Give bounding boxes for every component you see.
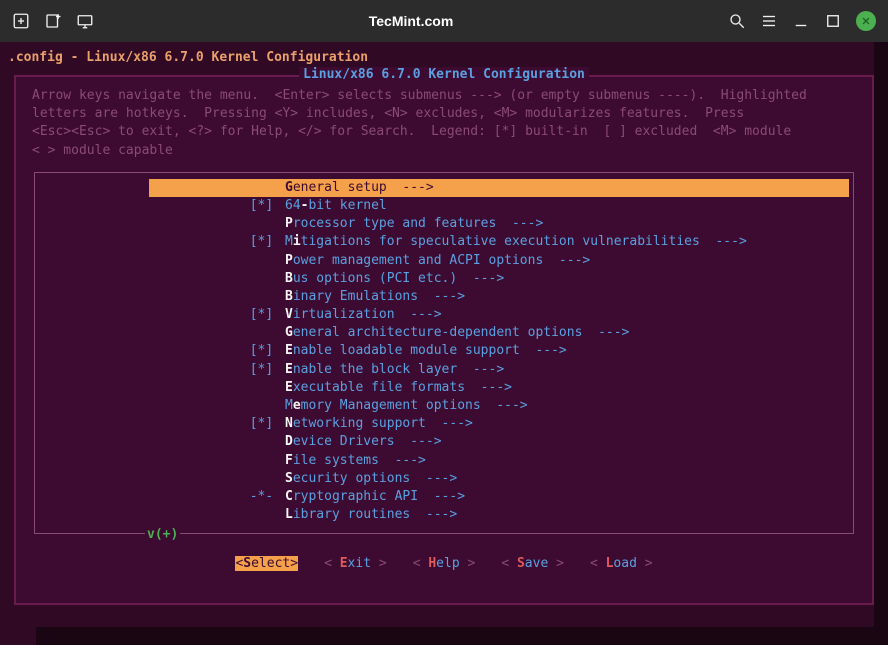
menu-item-label: File systems ---> <box>285 452 426 470</box>
menu-item-prefix <box>155 379 285 397</box>
menu-item-prefix <box>155 470 285 488</box>
menu-item-label: General setup ---> <box>285 179 434 197</box>
menu-item-label: Executable file formats ---> <box>285 379 512 397</box>
menu-item-prefix: [*] <box>155 342 285 360</box>
menu-item-prefix: -*- <box>155 488 285 506</box>
screen-icon[interactable] <box>76 12 94 30</box>
menu-item[interactable]: Security options ---> <box>149 470 849 488</box>
menu-item[interactable]: [*] Mitigations for speculative executio… <box>149 233 849 251</box>
panel-title: Linux/x86 6.7.0 Kernel Configuration <box>299 67 589 82</box>
menuconfig-panel: Linux/x86 6.7.0 Kernel Configuration Arr… <box>14 75 874 605</box>
menu-item-prefix: [*] <box>155 306 285 324</box>
menu-item-label: Virtualization ---> <box>285 306 442 324</box>
menu-item-label: Bus options (PCI etc.) ---> <box>285 270 504 288</box>
menu-item[interactable]: [*] Enable the block layer ---> <box>149 361 849 379</box>
menu-item-label: Processor type and features ---> <box>285 215 543 233</box>
action-select[interactable]: <Select> <box>235 556 298 571</box>
new-window-icon[interactable] <box>44 12 62 30</box>
menu-item-prefix <box>155 397 285 415</box>
menu-item[interactable]: [*] Networking support ---> <box>149 415 849 433</box>
new-tab-icon[interactable] <box>12 12 30 30</box>
menu-item-prefix <box>155 506 285 524</box>
menu-item[interactable]: Bus options (PCI etc.) ---> <box>149 270 849 288</box>
menu-item-label: Enable loadable module support ---> <box>285 342 567 360</box>
menu-box: General setup --->[*] 64-bit kernel Proc… <box>34 172 854 534</box>
menu-item[interactable]: General setup ---> <box>149 179 849 197</box>
menu-item-prefix: [*] <box>155 361 285 379</box>
menu-item[interactable]: [*] 64-bit kernel <box>149 197 849 215</box>
search-icon[interactable] <box>728 12 746 30</box>
panel-help-text: Arrow keys navigate the menu. <Enter> se… <box>16 77 872 164</box>
menu-item-label: Memory Management options ---> <box>285 397 528 415</box>
menu-item[interactable]: Executable file formats ---> <box>149 379 849 397</box>
action-save[interactable]: < Save > <box>501 556 564 571</box>
window-titlebar: TecMint.com <box>0 0 888 42</box>
menu-item-prefix <box>155 270 285 288</box>
menu-item-prefix: [*] <box>155 233 285 251</box>
menu-item-prefix <box>155 179 285 197</box>
menu-item[interactable]: Memory Management options ---> <box>149 397 849 415</box>
menu-item-label: Library routines ---> <box>285 506 457 524</box>
menu-item[interactable]: Processor type and features ---> <box>149 215 849 233</box>
menu-item[interactable]: Library routines ---> <box>149 506 849 524</box>
close-icon[interactable] <box>856 11 876 31</box>
window-title: TecMint.com <box>94 13 728 29</box>
menu-item-label: 64-bit kernel <box>285 197 387 215</box>
hamburger-menu-icon[interactable] <box>760 12 778 30</box>
minimize-icon[interactable] <box>792 12 810 30</box>
menu-item-prefix <box>155 215 285 233</box>
menu-item-prefix <box>155 324 285 342</box>
action-help[interactable]: < Help > <box>413 556 476 571</box>
menu-item-label: Cryptographic API ---> <box>285 488 465 506</box>
menu-item-label: Enable the block layer ---> <box>285 361 504 379</box>
action-bar: <Select> < Exit > < Help > < Save > < Load > <box>16 542 872 575</box>
window-shadow-right <box>874 42 888 637</box>
config-header-line: .config - Linux/x86 6.7.0 Kernel Configu… <box>8 48 880 69</box>
menu-item-label: Device Drivers ---> <box>285 433 442 451</box>
action-load[interactable]: < Load > <box>590 556 653 571</box>
action-exit[interactable]: < Exit > <box>324 556 387 571</box>
menu-item-prefix <box>155 452 285 470</box>
menu-item[interactable]: [*] Enable loadable module support ---> <box>149 342 849 360</box>
menu-item-prefix <box>155 252 285 270</box>
menu-item[interactable]: Binary Emulations ---> <box>149 288 849 306</box>
window-shadow-bottom <box>36 627 888 645</box>
menu-item[interactable]: General architecture-dependent options -… <box>149 324 849 342</box>
menu-item-label: Security options ---> <box>285 470 457 488</box>
menu-item-prefix: [*] <box>155 197 285 215</box>
menu-item-label: General architecture-dependent options -… <box>285 324 629 342</box>
menu-item[interactable]: Device Drivers ---> <box>149 433 849 451</box>
menu-item-prefix <box>155 433 285 451</box>
menu-item[interactable]: -*- Cryptographic API ---> <box>149 488 849 506</box>
menu-item[interactable]: [*] Virtualization ---> <box>149 306 849 324</box>
menu-item[interactable]: Power management and ACPI options ---> <box>149 252 849 270</box>
scroll-down-indicator: v(+) <box>145 527 180 542</box>
terminal-area[interactable]: .config - Linux/x86 6.7.0 Kernel Configu… <box>0 42 888 645</box>
menu-item-prefix <box>155 288 285 306</box>
menu-item-prefix: [*] <box>155 415 285 433</box>
menu-item-label: Binary Emulations ---> <box>285 288 465 306</box>
menu-item[interactable]: File systems ---> <box>149 452 849 470</box>
menu-item-label: Networking support ---> <box>285 415 473 433</box>
menu-item-label: Mitigations for speculative execution vu… <box>285 233 747 251</box>
menu-item-label: Power management and ACPI options ---> <box>285 252 590 270</box>
maximize-icon[interactable] <box>824 12 842 30</box>
